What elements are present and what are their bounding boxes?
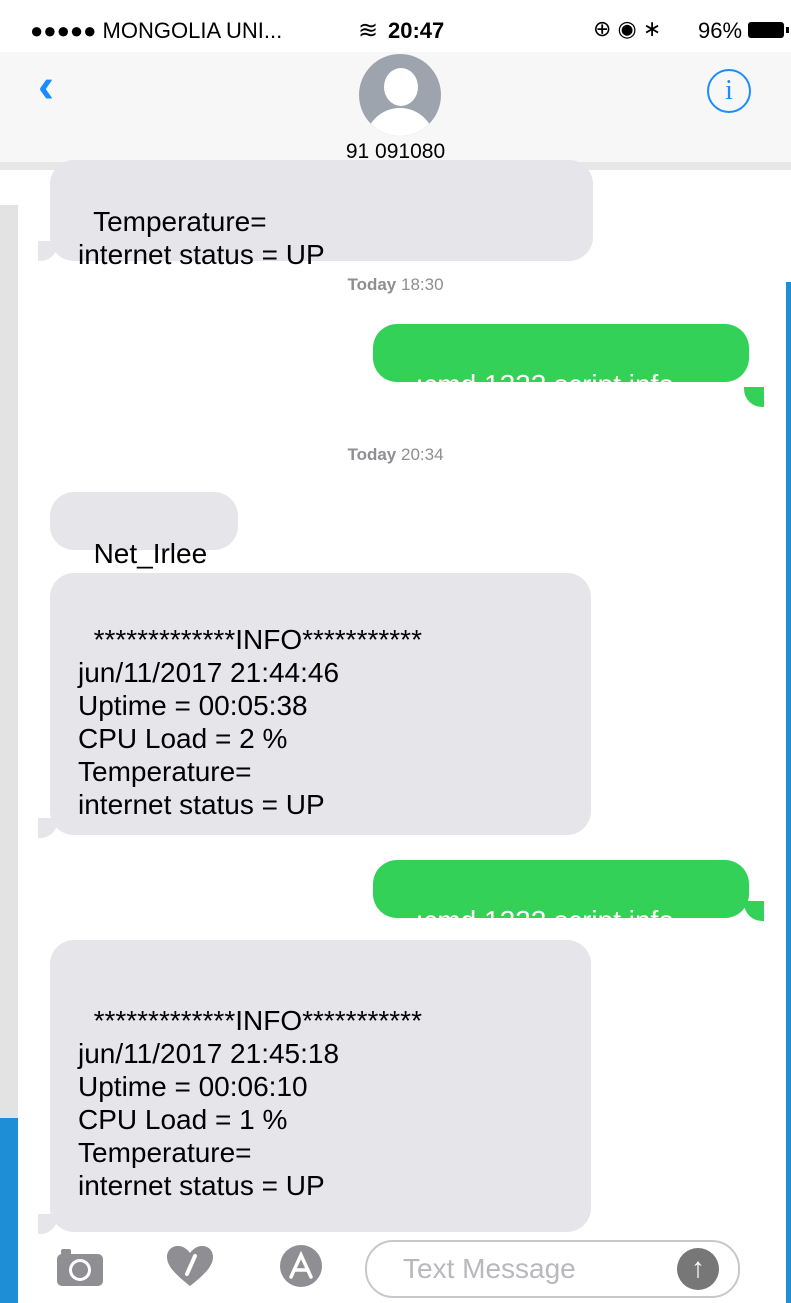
message-bubble-incoming[interactable]: Net_Irlee bbox=[50, 492, 238, 569]
timestamp-time: 20:34 bbox=[401, 445, 444, 464]
left-edge-accent bbox=[0, 1118, 18, 1303]
timestamp-time: 18:30 bbox=[401, 275, 444, 294]
avatar-body-shape bbox=[365, 108, 435, 136]
chevron-left-icon[interactable]: ‹ bbox=[38, 59, 54, 114]
message-text: Net_Irlee bbox=[93, 538, 208, 569]
timestamp-day: Today bbox=[347, 275, 397, 294]
battery-icon bbox=[748, 22, 784, 38]
timestamp: Today 20:34 bbox=[0, 445, 791, 465]
send-arrow-icon[interactable]: ↑ bbox=[677, 1248, 719, 1290]
message-bubble-outgoing[interactable]: :cmd 1222 script info bbox=[373, 324, 749, 400]
battery-tip bbox=[786, 27, 789, 33]
message-bubble-outgoing[interactable]: :cmd 1222 script info bbox=[373, 860, 749, 936]
message-input-placeholder: Text Message bbox=[403, 1253, 576, 1284]
avatar[interactable] bbox=[359, 54, 441, 136]
conversation-header: ‹ 91 091080 i bbox=[0, 52, 791, 164]
message-text: *************INFO*********** jun/11/2017… bbox=[78, 624, 422, 820]
message-text: *************INFO*********** jun/11/2017… bbox=[78, 1005, 422, 1201]
wifi-icon: ≋ bbox=[358, 17, 379, 44]
message-bubble-incoming[interactable]: Temperature= internet status = UP bbox=[50, 160, 593, 270]
bubble-tail bbox=[38, 1214, 58, 1234]
app-store-icon[interactable] bbox=[276, 1244, 326, 1288]
bubble-tail bbox=[744, 901, 764, 921]
timestamp-day: Today bbox=[347, 445, 397, 464]
camera-icon[interactable] bbox=[55, 1244, 105, 1288]
digital-touch-icon[interactable] bbox=[165, 1244, 215, 1288]
message-text: Temperature= internet status = UP bbox=[78, 206, 325, 270]
avatar-head-shape bbox=[384, 68, 418, 106]
message-bubble-incoming[interactable]: *************INFO*********** jun/11/2017… bbox=[50, 940, 591, 1232]
lock-alarm-bluetooth-icons: ⊕ ◉ ∗ bbox=[593, 16, 662, 41]
message-bubble-incoming[interactable]: *************INFO*********** jun/11/2017… bbox=[50, 573, 591, 835]
status-time: 20:47 bbox=[388, 18, 445, 43]
bubble-tail bbox=[38, 241, 58, 261]
bubble-tail bbox=[38, 818, 58, 838]
message-text: :cmd 1222 script info bbox=[415, 369, 674, 400]
carrier-name: ●●●●● MONGOLIA UNI... bbox=[30, 18, 283, 43]
bubble-tail bbox=[744, 387, 764, 407]
status-bar: ●●●●● MONGOLIA UNI... ≋ 20:47 ⊕ ◉ ∗ 96% bbox=[18, 8, 791, 52]
right-edge-accent bbox=[786, 282, 791, 1303]
left-edge-background bbox=[0, 205, 18, 1118]
message-text: :cmd 1222 script info bbox=[415, 905, 674, 936]
battery-percent: 96% bbox=[698, 18, 743, 43]
message-input[interactable]: Text Message ↑ bbox=[365, 1240, 740, 1298]
info-icon[interactable]: i bbox=[707, 69, 751, 113]
timestamp: Today 18:30 bbox=[0, 275, 791, 295]
